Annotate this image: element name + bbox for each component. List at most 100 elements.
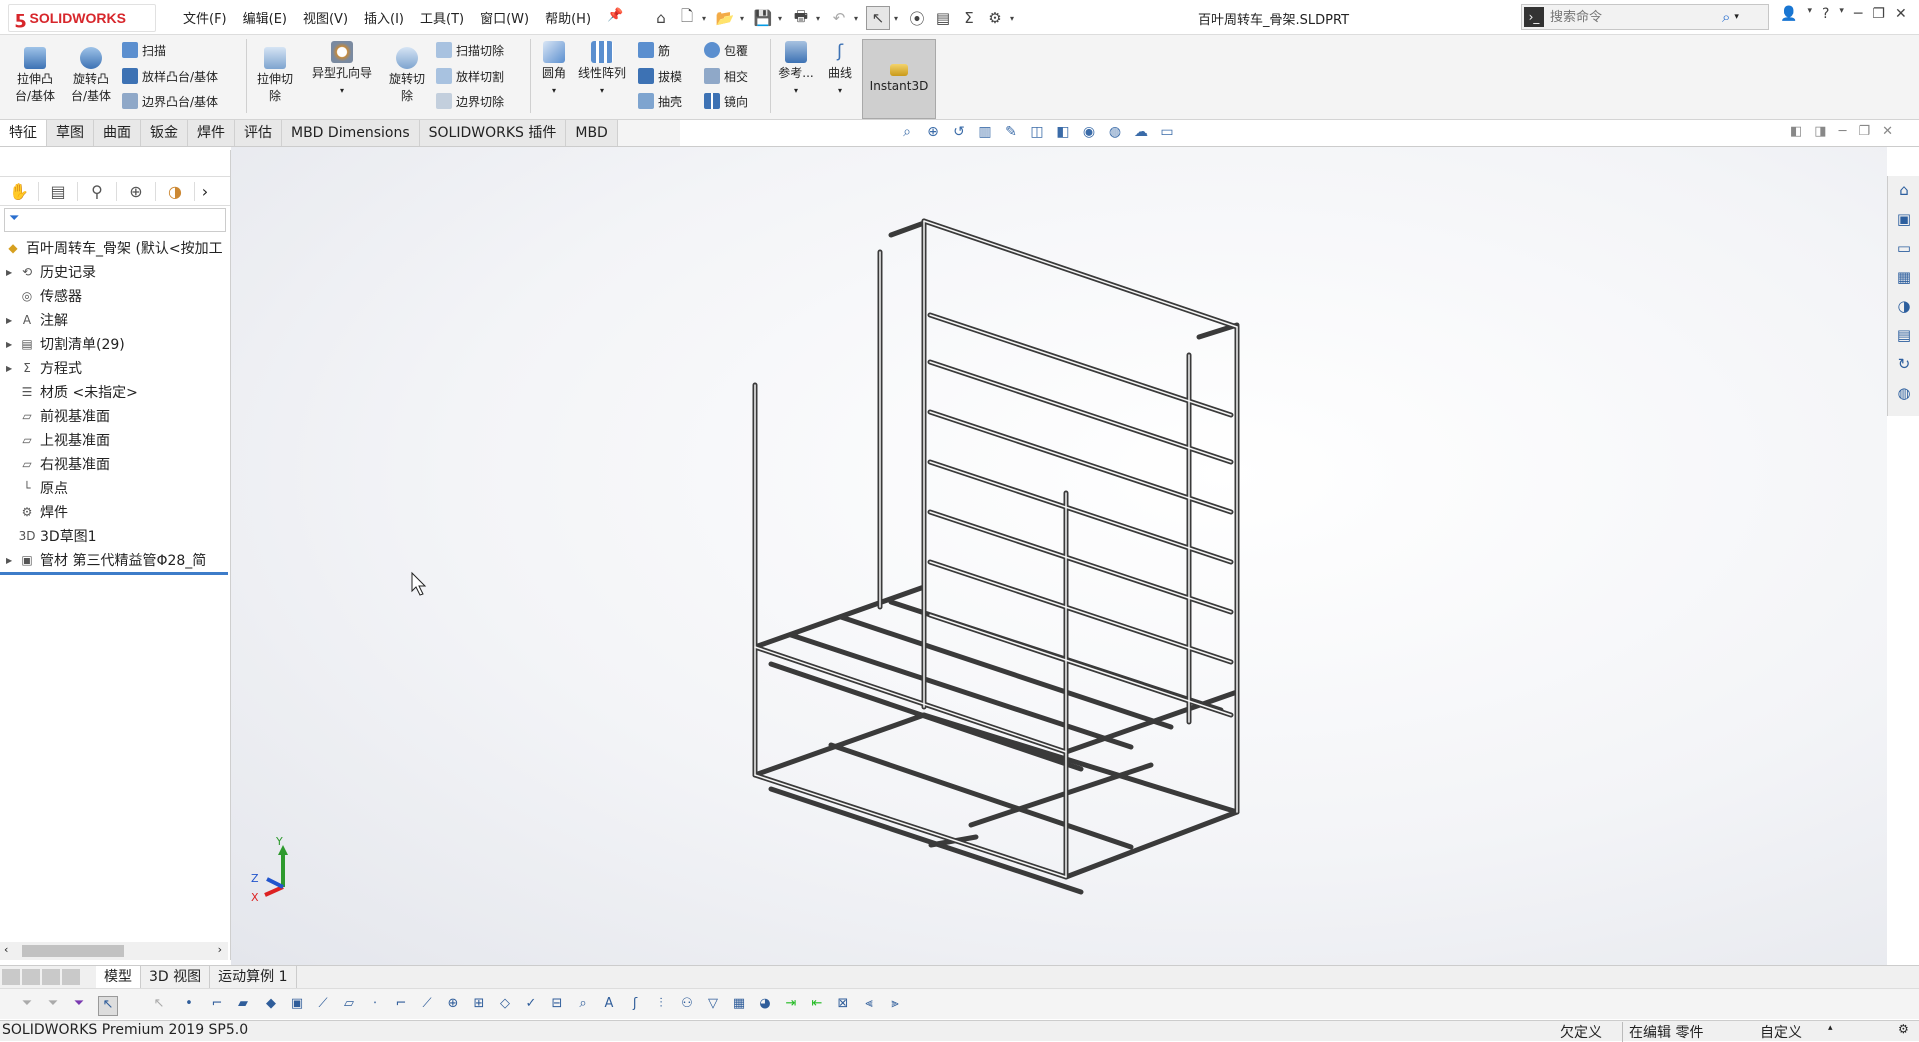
filter-text-icon[interactable]: A xyxy=(600,996,618,1014)
chevron-down-icon[interactable]: ▾ xyxy=(552,82,556,99)
forum-icon[interactable]: ↻ xyxy=(1888,350,1919,379)
tab-sheet-metal[interactable]: 钣金 xyxy=(141,120,188,146)
traffic-light-icon[interactable]: ⦿ xyxy=(906,7,928,29)
previous-view-icon[interactable]: ↺ xyxy=(949,124,969,144)
minimize-icon[interactable]: ─ xyxy=(1854,6,1862,22)
filter-toggle-icon[interactable]: ⏷ xyxy=(70,996,88,1014)
restore-icon[interactable]: ❐ xyxy=(1858,124,1870,139)
sweep-button[interactable]: 扫描 xyxy=(122,39,166,61)
reference-geometry-button[interactable]: 参考... ▾ xyxy=(776,41,816,99)
options-gear-icon[interactable]: ⚙ xyxy=(984,7,1006,29)
menu-file[interactable]: 文件(F) xyxy=(175,8,235,27)
feature-manager-tab-icon[interactable]: ✋ xyxy=(0,181,39,201)
filter-surfaces-icon[interactable]: ◆ xyxy=(262,996,280,1014)
select-disabled-icon[interactable]: ↖ xyxy=(150,996,168,1014)
open-icon[interactable]: 📂 xyxy=(714,7,736,29)
filter-sketch-points-icon[interactable]: ⟋ xyxy=(418,996,436,1014)
loft-button[interactable]: 放样凸台/基体 xyxy=(122,65,218,87)
3d-content-icon[interactable]: ◍ xyxy=(1888,379,1919,408)
hide-show-items-icon[interactable]: ◉ xyxy=(1079,124,1099,144)
filter-solids-icon[interactable]: ▣ xyxy=(288,996,306,1014)
revolve-boss-button[interactable]: 旋转凸 台/基体 xyxy=(66,47,116,105)
filter-planes-icon[interactable]: ▱ xyxy=(340,996,358,1014)
close-icon[interactable]: ✕ xyxy=(1895,6,1907,22)
dynamic-annotation-icon[interactable]: ✎ xyxy=(1001,124,1021,144)
scrollbar-thumb[interactable] xyxy=(22,945,124,957)
tab-mbd-dimensions[interactable]: MBD Dimensions xyxy=(282,120,420,146)
last-tab-nav-icon[interactable] xyxy=(62,969,80,985)
tab-weldments[interactable]: 焊件 xyxy=(188,120,235,146)
view-orientation-icon[interactable]: ◫ xyxy=(1027,124,1047,144)
filter-midpoints-icon[interactable]: ⫷ xyxy=(860,996,878,1014)
zoom-to-fit-icon[interactable]: ⌕ xyxy=(897,124,917,144)
view-settings-icon[interactable]: ▭ xyxy=(1157,124,1177,144)
filter-surface-finish-icon[interactable]: ◇ xyxy=(496,996,514,1014)
search-input[interactable] xyxy=(1548,8,1722,26)
sum-icon[interactable]: Σ xyxy=(958,7,980,29)
filter-icon[interactable]: ⏷ xyxy=(18,996,36,1014)
tree-item[interactable]: ▶ A 注解 xyxy=(0,308,228,332)
filter-cosmetic-thread-icon[interactable]: ▽ xyxy=(704,996,722,1014)
tab-3d-view[interactable]: 3D 视图 xyxy=(141,966,211,988)
hole-wizard-button[interactable]: 异型孔向导 ▾ xyxy=(304,41,380,99)
filter-edges-icon[interactable]: ⌐ xyxy=(208,996,226,1014)
design-library-icon[interactable]: ▣ xyxy=(1888,205,1919,234)
chevron-down-icon[interactable]: ▾ xyxy=(838,82,842,99)
rib-button[interactable]: 筋 xyxy=(638,39,670,61)
tree-filter[interactable]: ⏷ xyxy=(4,208,226,232)
appearances-icon[interactable]: ◑ xyxy=(1888,292,1919,321)
tab-motion-study[interactable]: 运动算例 1 xyxy=(210,966,297,988)
print-icon[interactable]: 🖶 xyxy=(790,7,812,29)
filter-center-marks-icon[interactable]: ◕ xyxy=(756,996,774,1014)
filter-balloon-icon[interactable]: ⚇ xyxy=(678,996,696,1014)
file-properties-icon[interactable]: ▤ xyxy=(932,7,954,29)
display-style-icon[interactable]: ◧ xyxy=(1053,124,1073,144)
filter-weld-icon[interactable]: ⌕ xyxy=(574,996,592,1014)
minimize-icon[interactable]: ─ xyxy=(1839,124,1847,139)
horizontal-scrollbar[interactable]: ‹ › xyxy=(0,942,228,960)
menu-insert[interactable]: 插入(I) xyxy=(356,8,412,27)
tree-root-part[interactable]: ◆ 百叶周转车_骨架 (默认<按加工 xyxy=(0,236,228,260)
menu-help[interactable]: 帮助(H) xyxy=(537,8,599,27)
boundary-cut-button[interactable]: 边界切除 xyxy=(436,90,504,112)
linear-pattern-button[interactable]: 线性阵列 ▾ xyxy=(574,41,630,99)
tree-item[interactable]: 3D 3D草图1 xyxy=(0,524,228,548)
apply-scene-icon[interactable]: ☁ xyxy=(1131,124,1151,144)
rebuild-status-icon[interactable]: ⚙ xyxy=(1898,1022,1909,1036)
next-tab-nav-icon[interactable] xyxy=(42,969,60,985)
save-icon[interactable]: 💾 xyxy=(752,7,774,29)
filter-connection-points-icon[interactable]: ⇥ xyxy=(782,996,800,1014)
filter-silhouette-icon[interactable]: ⫸ xyxy=(886,996,904,1014)
instant3d-toggle[interactable]: Instant3D xyxy=(862,39,936,119)
restore-icon[interactable]: ❐ xyxy=(1872,6,1885,22)
filter-faces-icon[interactable]: ▰ xyxy=(234,996,252,1014)
chevron-down-icon[interactable]: ▾ xyxy=(816,14,824,23)
status-units[interactable]: 自定义 xyxy=(1760,1022,1802,1042)
tree-item[interactable]: ▶ ▤ 切割清单(29) xyxy=(0,332,228,356)
prev-tab-nav-icon[interactable] xyxy=(22,969,40,985)
zoom-to-area-icon[interactable]: ⊕ xyxy=(923,124,943,144)
menu-view[interactable]: 视图(V) xyxy=(295,8,356,27)
tab-surfaces[interactable]: 曲面 xyxy=(94,120,141,146)
select-icon[interactable]: ↖ xyxy=(866,6,890,30)
menu-tools[interactable]: 工具(T) xyxy=(412,8,472,27)
filter-dimensions-icon[interactable]: ⊕ xyxy=(444,996,462,1014)
tab-sketch[interactable]: 草图 xyxy=(47,120,94,146)
extrude-cut-button[interactable]: 拉伸切 除 xyxy=(252,47,298,105)
filter-routing-icon[interactable]: ⫶ xyxy=(652,996,670,1014)
tree-item[interactable]: ▶ ▣ 管材 第三代精益管Φ28_简 xyxy=(0,548,228,575)
search-box[interactable]: ›_ ⌕ ▾ xyxy=(1521,4,1769,30)
filter-off-icon[interactable]: ⏷ xyxy=(44,996,62,1014)
select-icon[interactable]: ↖ xyxy=(98,996,118,1016)
tile-left-icon[interactable]: ◧ xyxy=(1790,124,1802,139)
chevron-down-icon[interactable]: ▾ xyxy=(1734,12,1739,22)
chevron-down-icon[interactable]: ▾ xyxy=(740,14,748,23)
custom-properties-icon[interactable]: ▤ xyxy=(1888,321,1919,350)
chevron-down-icon[interactable]: ▾ xyxy=(854,14,862,23)
tile-right-icon[interactable]: ◨ xyxy=(1814,124,1826,139)
expand-arrow-icon[interactable]: ▶ xyxy=(6,268,18,277)
tab-features[interactable]: 特征 xyxy=(0,120,47,146)
pin-icon[interactable]: 📌 xyxy=(599,8,631,27)
expand-arrow-icon[interactable]: ▶ xyxy=(6,340,18,349)
shell-button[interactable]: 抽壳 xyxy=(638,90,682,112)
